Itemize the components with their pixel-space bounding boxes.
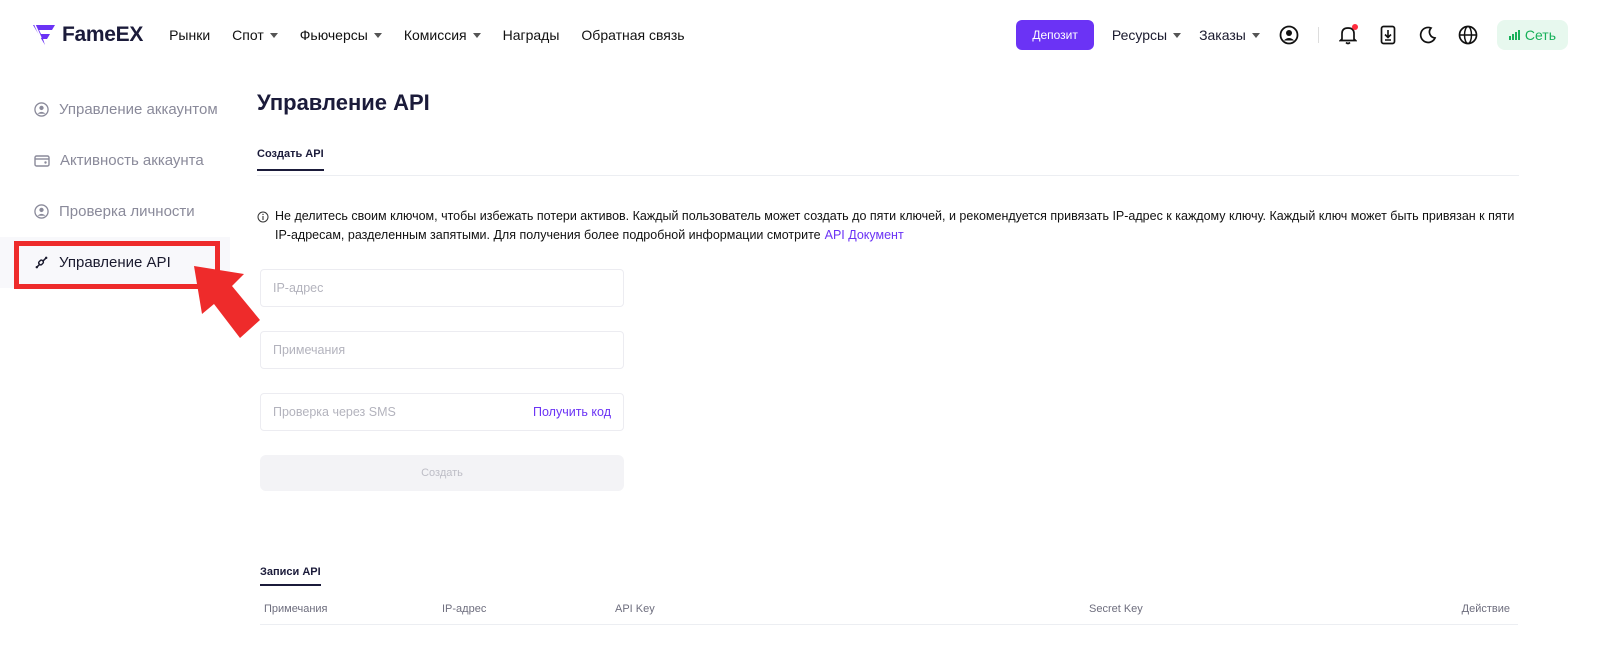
column-header-secret-key: Secret Key [1089, 603, 1143, 615]
header-actions: Депозит Ресурсы Заказы Сеть [1016, 20, 1568, 50]
user-circle-icon [34, 102, 49, 117]
wallet-icon [34, 154, 50, 167]
nav-commission-label: Комиссия [403, 27, 467, 43]
main-nav: Рынки Спот Фьючерсы Комиссия Награды Обр… [169, 27, 685, 43]
notes-input[interactable] [273, 343, 611, 357]
nav-futures-label: Фьючерсы [299, 27, 368, 43]
globe-icon[interactable] [1457, 24, 1479, 46]
ip-address-field[interactable] [260, 269, 624, 307]
top-header: FameEX Рынки Спот Фьючерсы Комиссия Нагр… [0, 0, 1600, 70]
caret-down-icon [472, 33, 481, 38]
notification-dot [1351, 24, 1358, 30]
logo[interactable]: FameEX [32, 23, 143, 47]
pointer-arrow-icon [194, 266, 260, 338]
ip-address-input[interactable] [273, 281, 611, 295]
notice-text: Не делитесь своим ключом, чтобы избежать… [275, 207, 1519, 245]
tab-api-records[interactable]: Записи API [260, 566, 321, 586]
nav-spot-label: Спот [232, 27, 264, 43]
nav-futures[interactable]: Фьючерсы [300, 27, 382, 43]
notice: Не делитесь своим ключом, чтобы избежать… [257, 207, 1519, 245]
fameex-logo-icon [33, 24, 55, 45]
column-header-action: Действие [1461, 603, 1510, 615]
api-table-header: Примечания IP-адрес API Key Secret Key Д… [264, 603, 1514, 623]
column-header-notes: Примечания [264, 603, 328, 615]
caret-down-icon [269, 33, 278, 38]
nav-markets[interactable]: Рынки [169, 27, 210, 43]
page-title: Управление API [257, 90, 430, 115]
resources-label: Ресурсы [1111, 27, 1168, 43]
nav-spot[interactable]: Спот [232, 27, 278, 43]
moon-icon[interactable] [1417, 24, 1439, 46]
signal-icon [1508, 30, 1520, 40]
nav-markets-label: Рынки [169, 27, 211, 43]
network-button[interactable]: Сеть [1496, 20, 1568, 50]
header-divider [1317, 27, 1319, 43]
notes-field[interactable] [260, 331, 624, 369]
resources-menu[interactable]: Ресурсы [1111, 27, 1182, 43]
column-header-api-key: API Key [615, 603, 655, 615]
main-content: Управление API Создать API Не делитесь с… [257, 84, 1519, 491]
create-button[interactable]: Создать [260, 455, 624, 491]
user-icon[interactable] [1278, 24, 1300, 46]
nav-feedback[interactable]: Обратная связь [581, 27, 684, 43]
api-document-link[interactable]: API Документ [825, 228, 904, 242]
sidebar-item-account-activity[interactable]: Активность аккаунта [0, 135, 230, 186]
id-icon [34, 204, 49, 219]
page: FameEX Рынки Спот Фьючерсы Комиссия Нагр… [0, 0, 1600, 655]
deposit-button[interactable]: Депозит [1016, 20, 1094, 50]
info-icon [257, 211, 269, 223]
logo-text: FameEX [62, 23, 144, 46]
sidebar-item-label: Активность аккаунта [60, 152, 204, 169]
nav-rewards-label: Награды [502, 27, 560, 43]
orders-menu[interactable]: Заказы [1199, 27, 1260, 43]
table-divider [260, 624, 1518, 625]
sidebar-item-label: Управление аккаунтом [59, 101, 218, 118]
nav-rewards[interactable]: Награды [503, 27, 560, 43]
sms-code-input[interactable] [273, 405, 533, 419]
sidebar-item-identity-verification[interactable]: Проверка личности [0, 186, 230, 237]
sidebar-item-account-management[interactable]: Управление аккаунтом [0, 84, 230, 135]
orders-label: Заказы [1199, 27, 1246, 43]
caret-down-icon [1173, 33, 1182, 38]
tabs: Создать API [257, 148, 1519, 176]
tab-create-api[interactable]: Создать API [257, 148, 324, 171]
network-label: Сеть [1524, 27, 1556, 43]
nav-feedback-label: Обратная связь [581, 27, 685, 43]
column-header-ip: IP-адрес [442, 603, 487, 615]
sms-verification-field[interactable]: Получить код [260, 393, 624, 431]
sidebar-item-label: Проверка личности [59, 203, 195, 220]
bell-icon[interactable] [1337, 24, 1359, 46]
caret-down-icon [373, 33, 382, 38]
get-code-button[interactable]: Получить код [533, 405, 611, 419]
nav-commission[interactable]: Комиссия [404, 27, 481, 43]
download-icon[interactable] [1377, 24, 1399, 46]
caret-down-icon [1251, 33, 1260, 38]
